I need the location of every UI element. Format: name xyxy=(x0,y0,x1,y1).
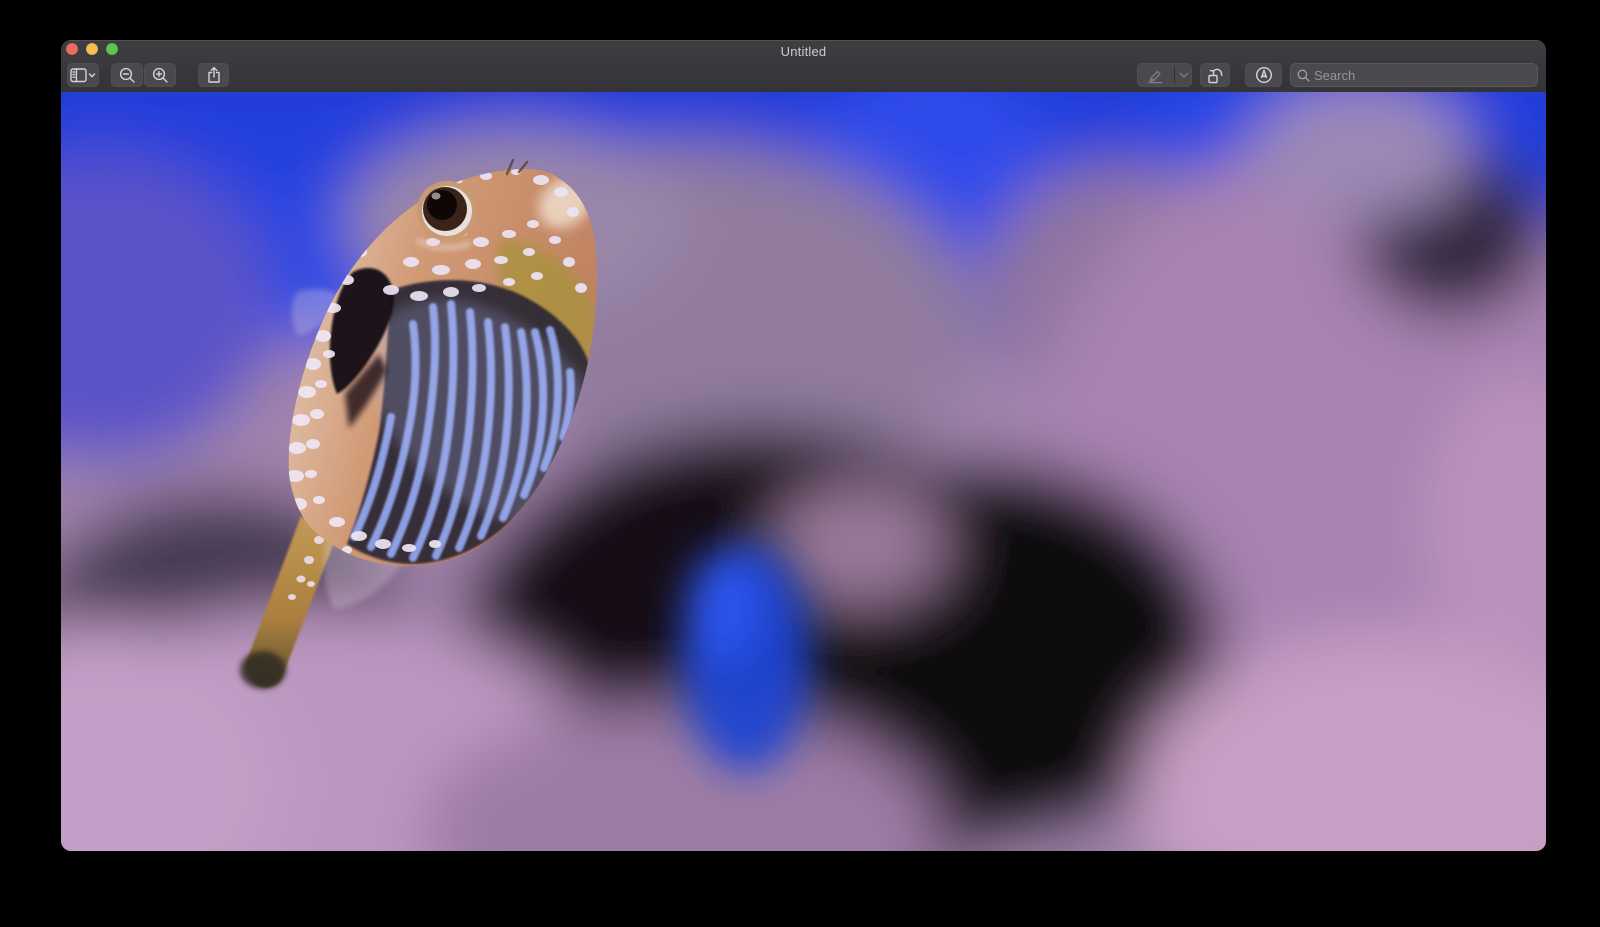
zoom-out-icon xyxy=(119,67,136,84)
titlebar: Untitled xyxy=(61,40,1546,93)
rotate-left-button[interactable] xyxy=(1200,63,1230,87)
sidebar-toggle-button[interactable] xyxy=(67,63,99,87)
sidebar-icon xyxy=(70,67,96,84)
pufferfish-photo xyxy=(61,92,1546,851)
share-icon xyxy=(206,66,222,84)
highlighter-icon xyxy=(1147,67,1164,84)
fish-eye xyxy=(417,181,477,241)
rotate-left-icon xyxy=(1206,66,1225,84)
window-title: Untitled xyxy=(61,44,1546,59)
preview-window: Untitled xyxy=(61,40,1546,851)
zoom-in-icon xyxy=(152,67,169,84)
chevron-down-icon xyxy=(1179,72,1189,79)
share-button[interactable] xyxy=(198,63,229,87)
zoom-in-button[interactable] xyxy=(144,63,176,87)
highlighter-segment[interactable] xyxy=(1137,67,1174,84)
search-field[interactable] xyxy=(1290,63,1538,87)
zoom-out-button[interactable] xyxy=(111,63,143,87)
highlight-tool-button[interactable] xyxy=(1137,63,1192,87)
markup-pen-icon xyxy=(1255,66,1273,84)
chevron-down-icon xyxy=(90,74,95,77)
screenshot-stage: Untitled xyxy=(0,0,1600,927)
search-input[interactable] xyxy=(1314,68,1538,83)
photo-canvas xyxy=(61,92,1546,851)
magnifier-icon xyxy=(1297,69,1310,82)
highlight-dropdown[interactable] xyxy=(1175,72,1192,79)
markup-toolbar-button[interactable] xyxy=(1245,63,1282,87)
